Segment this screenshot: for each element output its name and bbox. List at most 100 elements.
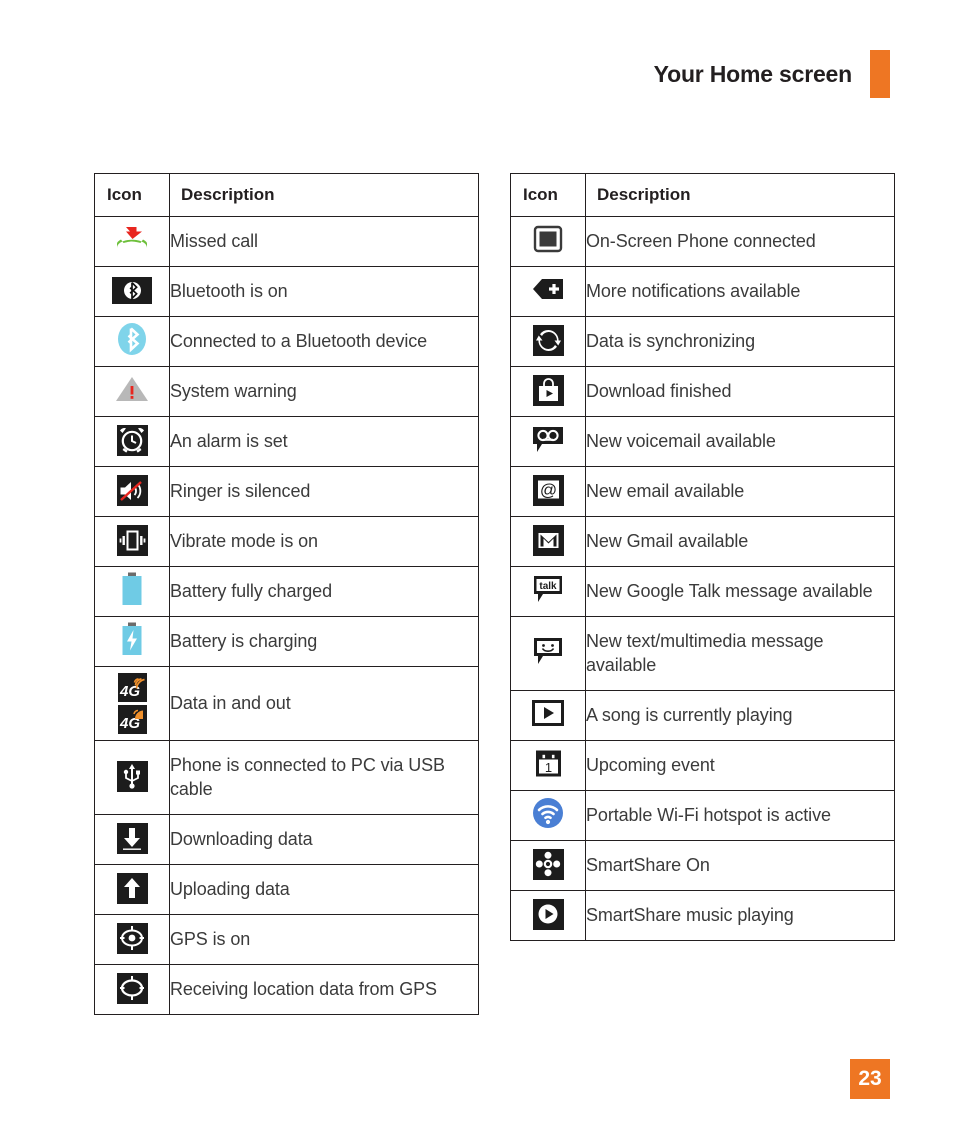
icon-cell bbox=[94, 266, 170, 317]
table-row: Connected to a Bluetooth device bbox=[94, 316, 479, 367]
column-header-icon: Icon bbox=[94, 173, 170, 217]
icon-cell bbox=[510, 840, 586, 891]
header-accent-bar bbox=[870, 50, 890, 98]
icon-cell bbox=[94, 914, 170, 965]
icon-cell bbox=[94, 516, 170, 567]
smartshare-music-icon bbox=[511, 898, 585, 930]
table-row: System warning bbox=[94, 366, 479, 417]
icon-cell bbox=[510, 366, 586, 417]
battery-charging-icon bbox=[95, 622, 169, 656]
icon-cell bbox=[510, 316, 586, 367]
icon-cell bbox=[94, 814, 170, 865]
icon-description: Missed call bbox=[169, 216, 479, 267]
voicemail-icon bbox=[511, 426, 585, 453]
bluetooth-connected-icon bbox=[95, 322, 169, 356]
downloading-data-icon bbox=[95, 822, 169, 854]
table-row: Battery fully charged bbox=[94, 566, 479, 617]
table-row: SmartShare On bbox=[510, 840, 895, 891]
table-row: Receiving location data from GPS bbox=[94, 964, 479, 1015]
bluetooth-on-icon bbox=[95, 277, 169, 304]
icon-cell bbox=[510, 790, 586, 841]
icon-cell bbox=[94, 964, 170, 1015]
icon-cell: @ bbox=[510, 466, 586, 517]
table-row: Vibrate mode is on bbox=[94, 516, 479, 567]
icon-description: Ringer is silenced bbox=[169, 466, 479, 517]
data-in-out-icon: 4G 4G bbox=[95, 673, 169, 734]
table-row: 1 Upcoming event bbox=[510, 740, 895, 791]
icon-description: Download finished bbox=[585, 366, 895, 417]
table-row: talk New Google Talk message available bbox=[510, 566, 895, 617]
icon-cell bbox=[94, 466, 170, 517]
column-header-description: Description bbox=[585, 173, 895, 217]
sms-mms-icon bbox=[511, 637, 585, 665]
icon-cell: 4G 4G bbox=[94, 666, 170, 741]
table-row: A song is currently playing bbox=[510, 690, 895, 741]
icon-description: Upcoming event bbox=[585, 740, 895, 791]
uploading-data-icon bbox=[95, 872, 169, 904]
data-in-icon: 4G bbox=[117, 673, 147, 702]
table-row: An alarm is set bbox=[94, 416, 479, 467]
table-row: On-Screen Phone connected bbox=[510, 216, 895, 267]
email-icon: @ bbox=[511, 475, 585, 506]
table-row: SmartShare music playing bbox=[510, 890, 895, 941]
icon-cell bbox=[510, 266, 586, 317]
column-header-icon: Icon bbox=[510, 173, 586, 217]
icon-description: Uploading data bbox=[169, 864, 479, 915]
table-row: Ringer is silenced bbox=[94, 466, 479, 517]
status-icon-table-left: Icon Description Missed call Bluetooth i… bbox=[94, 173, 479, 1015]
status-icon-table-right: Icon Description On-Screen Phone connect… bbox=[510, 173, 895, 941]
calendar-event-icon: 1 bbox=[511, 750, 585, 777]
gps-receiving-icon bbox=[95, 972, 169, 1004]
icon-cell bbox=[510, 516, 586, 567]
icon-description: On-Screen Phone connected bbox=[585, 216, 895, 267]
table-row: GPS is on bbox=[94, 914, 479, 965]
icon-description: Portable Wi-Fi hotspot is active bbox=[585, 790, 895, 841]
icon-description: SmartShare music playing bbox=[585, 890, 895, 941]
table-row: More notifications available bbox=[510, 266, 895, 317]
page-number-badge: 23 bbox=[850, 1059, 890, 1099]
missed-call-icon bbox=[95, 224, 169, 254]
svg-text:talk: talk bbox=[539, 581, 557, 592]
table-header-row: Icon Description bbox=[94, 173, 479, 217]
more-notifications-icon bbox=[511, 275, 585, 303]
icon-description: Downloading data bbox=[169, 814, 479, 865]
table-row: @ New email available bbox=[510, 466, 895, 517]
icon-description: System warning bbox=[169, 366, 479, 417]
icon-cell bbox=[94, 616, 170, 667]
on-screen-phone-icon bbox=[511, 225, 585, 253]
icon-description: New Google Talk message available bbox=[585, 566, 895, 617]
icon-cell: talk bbox=[510, 566, 586, 617]
icon-cell bbox=[94, 740, 170, 815]
icon-cell bbox=[510, 416, 586, 467]
icon-cell bbox=[94, 416, 170, 467]
icon-description: A song is currently playing bbox=[585, 690, 895, 741]
table-row: Missed call bbox=[94, 216, 479, 267]
icon-cell bbox=[510, 216, 586, 267]
icon-description: Connected to a Bluetooth device bbox=[169, 316, 479, 367]
wifi-hotspot-icon bbox=[511, 797, 585, 829]
smartshare-on-icon bbox=[511, 848, 585, 880]
gmail-icon bbox=[511, 525, 585, 556]
page-title: Your Home screen bbox=[653, 60, 853, 87]
icon-description: Phone is connected to PC via USB cable bbox=[169, 740, 479, 815]
icon-description: Data in and out bbox=[169, 666, 479, 741]
icon-cell bbox=[94, 864, 170, 915]
data-out-icon: 4G bbox=[117, 705, 147, 734]
icon-description: New email available bbox=[585, 466, 895, 517]
google-talk-icon: talk bbox=[511, 575, 585, 603]
table-row: Phone is connected to PC via USB cable bbox=[94, 740, 479, 815]
icon-cell: 1 bbox=[510, 740, 586, 791]
icon-description: Battery is charging bbox=[169, 616, 479, 667]
svg-text:@: @ bbox=[539, 481, 556, 500]
table-row: Bluetooth is on bbox=[94, 266, 479, 317]
gps-on-icon bbox=[95, 922, 169, 954]
table-row: Data is synchronizing bbox=[510, 316, 895, 367]
icon-cell bbox=[94, 216, 170, 267]
icon-reference-tables: Icon Description Missed call Bluetooth i… bbox=[94, 173, 895, 1015]
icon-description: An alarm is set bbox=[169, 416, 479, 467]
table-row: New voicemail available bbox=[510, 416, 895, 467]
battery-full-icon bbox=[95, 572, 169, 606]
icon-description: Bluetooth is on bbox=[169, 266, 479, 317]
icon-description: Battery fully charged bbox=[169, 566, 479, 617]
table-row: Downloading data bbox=[94, 814, 479, 865]
